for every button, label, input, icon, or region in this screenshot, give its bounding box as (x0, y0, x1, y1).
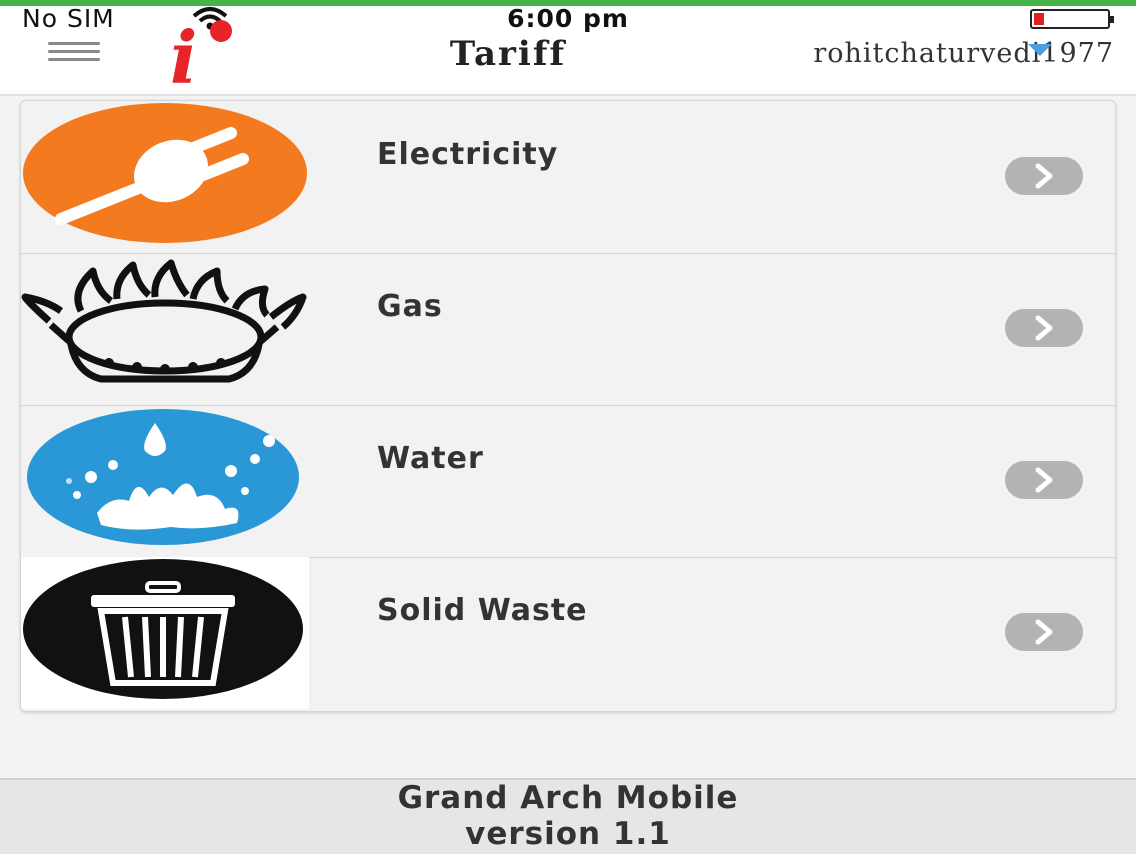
footer-app-name: Grand Arch Mobile (397, 780, 739, 816)
tariff-item-label: Electricity (377, 137, 559, 172)
tariff-list: Electricity Gas Water Solid Waste (20, 100, 1116, 712)
chevron-right-icon[interactable] (1005, 613, 1083, 651)
chevron-right-icon[interactable] (1005, 309, 1083, 347)
chevron-right-icon[interactable] (1005, 461, 1083, 499)
trash-bin-icon (21, 557, 309, 709)
gas-burner-icon (21, 253, 309, 405)
app-footer: Grand Arch Mobile version 1.1 (0, 778, 1136, 854)
footer-version: version 1.1 (465, 816, 671, 852)
battery-tip (1110, 16, 1114, 23)
tariff-item-label: Gas (377, 289, 443, 324)
tariff-item-electricity[interactable]: Electricity (21, 101, 1115, 254)
app-header: i Tariff rohitchaturvedi1977 (0, 18, 1136, 98)
username-label[interactable]: rohitchaturvedi1977 (813, 38, 1114, 69)
user-dropdown-icon[interactable] (1028, 44, 1052, 56)
tariff-item-solid-waste[interactable]: Solid Waste (21, 557, 1115, 709)
tariff-item-label: Water (377, 441, 484, 476)
tariff-item-label: Solid Waste (377, 593, 588, 628)
tariff-item-water[interactable]: Water (21, 405, 1115, 558)
tariff-item-gas[interactable]: Gas (21, 253, 1115, 406)
battery-icon (1030, 9, 1110, 29)
electric-plug-icon (21, 101, 309, 253)
water-splash-icon (21, 405, 309, 557)
chevron-right-icon[interactable] (1005, 157, 1083, 195)
